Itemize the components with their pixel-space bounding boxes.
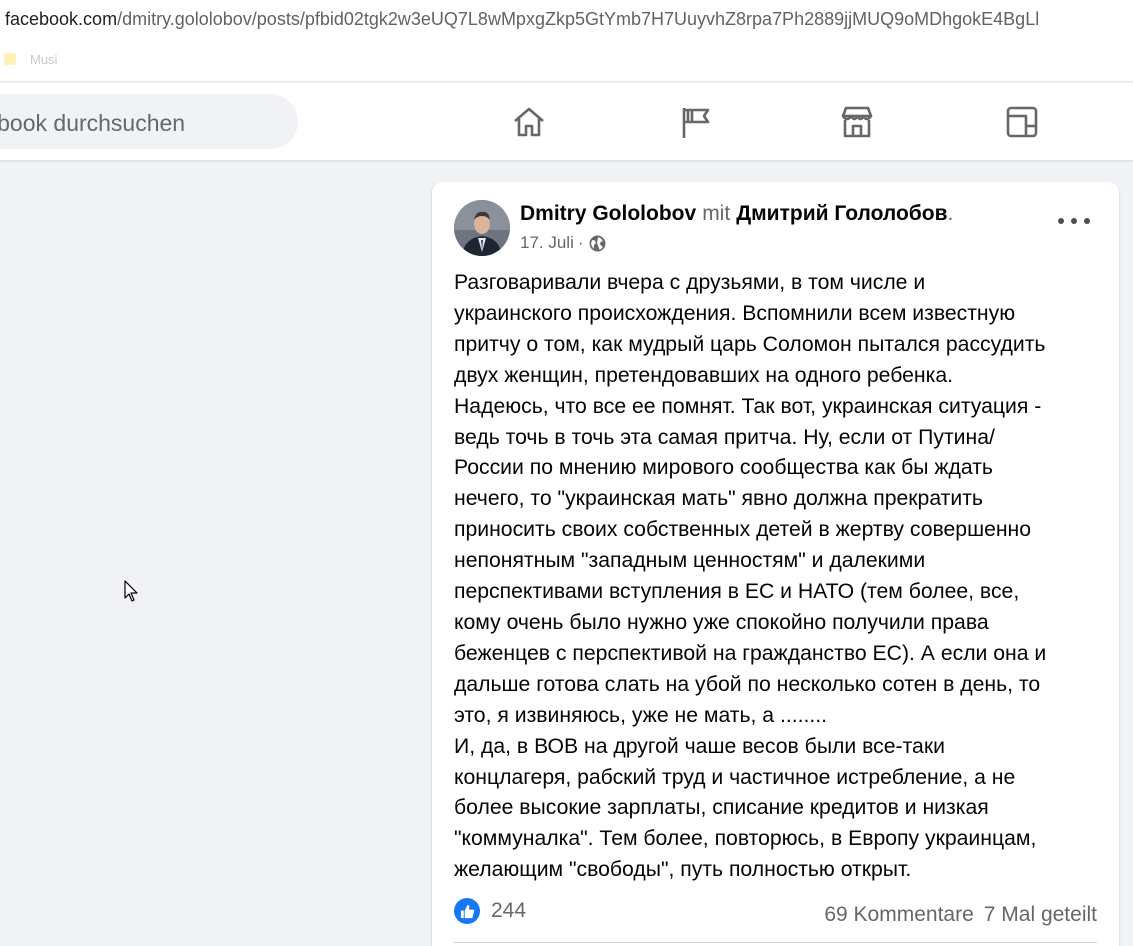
url-host: facebook.com — [5, 9, 118, 29]
dot-icon — [1084, 218, 1090, 224]
post-text-line: украинского происхождения. Вспомнили все… — [454, 301, 1016, 325]
post-stats: 69 Kommentare 7 Mal geteilt — [824, 903, 1097, 927]
search-placeholder: Facebook durchsuchen — [0, 110, 186, 136]
url-path: /dmitry.gololobov/posts/pfbid02tgk2w3eUQ… — [117, 9, 1040, 29]
reactions-summary[interactable]: 244 — [454, 898, 526, 924]
post-text: Разговаривали вчера с друзьями, в том чи… — [454, 268, 1104, 886]
tagged-suffix: . — [947, 202, 954, 225]
post-text-line: непонятным "западным ценностям" и далеки… — [454, 549, 926, 573]
post-text-line: перспективами вступления в ЕС и НАТО (те… — [454, 580, 1020, 604]
post-text-line: нечего, то "украинская мать" явно должна… — [454, 487, 983, 511]
post-text-line: притчу о том, как мудрый царь Соломон пы… — [454, 332, 1046, 356]
post-text-line: Надеюсь, что все ее помнят. Так вот, укр… — [454, 394, 1042, 418]
more-options-button[interactable] — [1058, 218, 1090, 228]
facebook-header: Facebook durchsuchen — [0, 83, 1133, 160]
bookmarks-bar: Musi — [0, 38, 1133, 82]
mouse-cursor-icon — [124, 580, 140, 609]
marketplace-icon[interactable] — [837, 102, 877, 142]
post-text-line: более высокие зарплаты, списание кредито… — [454, 796, 989, 820]
post-date[interactable]: 17. Juli — [520, 233, 574, 253]
url-text[interactable]: facebook.com/dmitry.gololobov/posts/pfbi… — [5, 9, 1039, 30]
author-name[interactable]: Dmitry Gololobov — [520, 202, 696, 225]
post-text-line: дальше готова слать на убой по несколько… — [454, 672, 1041, 696]
flag-icon[interactable] — [674, 102, 714, 142]
comments-count[interactable]: 69 Kommentare — [824, 903, 973, 926]
post-text-line: И, да, в ВОВ на другой чаше весов были в… — [454, 734, 945, 758]
dot-icon — [1058, 218, 1064, 224]
avatar[interactable] — [454, 200, 510, 256]
with-word: mit — [702, 202, 731, 225]
post-text-line: России по мнению мирового сообщества как… — [454, 456, 993, 480]
post-text-line: "коммуналка". Тем более, повторюсь, в Ев… — [454, 827, 1037, 851]
post-text-line: желающим "свободы", путь полностью откры… — [454, 858, 912, 882]
shares-count[interactable]: 7 Mal geteilt — [984, 903, 1097, 926]
bookmark-item[interactable]: Musi — [30, 52, 57, 67]
home-icon[interactable] — [509, 102, 549, 142]
divider — [454, 942, 1097, 943]
globe-icon[interactable] — [589, 235, 606, 252]
post-text-line: беженцев с перспективой на гражданство Е… — [454, 641, 1047, 665]
reactions-count: 244 — [491, 899, 527, 922]
post-text-line: ведь точь в точь эта самая притча. Ну, е… — [454, 425, 995, 449]
post-author-line: Dmitry Gololobov mit Дмитрий Гололобов. — [520, 202, 953, 226]
bookmark-folder-icon — [4, 53, 16, 65]
post-text-line: приносить своих собственных детей в жерт… — [454, 518, 1032, 542]
dot-icon — [1071, 218, 1077, 224]
post-card: Dmitry Gololobov mit Дмитрий Гололобов. 17… — [432, 182, 1119, 946]
groups-icon[interactable] — [1002, 102, 1042, 142]
post-text-line: двух женщин, претендовавших на одного ре… — [454, 363, 954, 387]
like-reaction-icon — [454, 898, 480, 924]
post-text-line: Разговаривали вчера с друзьями, в том чи… — [454, 271, 926, 294]
post-meta: 17. Juli · — [520, 233, 606, 253]
meta-separator: · — [577, 233, 584, 252]
post-text-line: концлагеря, рабский труд и частичное ист… — [454, 765, 1016, 789]
post-text-line: это, я извиняюсь, уже не мать, а .......… — [454, 703, 828, 727]
post-text-line: кому очень было нужно уже спокойно получ… — [454, 610, 989, 634]
tagged-person[interactable]: Дмитрий Гололобов — [736, 202, 947, 225]
browser-address-bar[interactable]: facebook.com/dmitry.gololobov/posts/pfbi… — [0, 0, 1133, 38]
